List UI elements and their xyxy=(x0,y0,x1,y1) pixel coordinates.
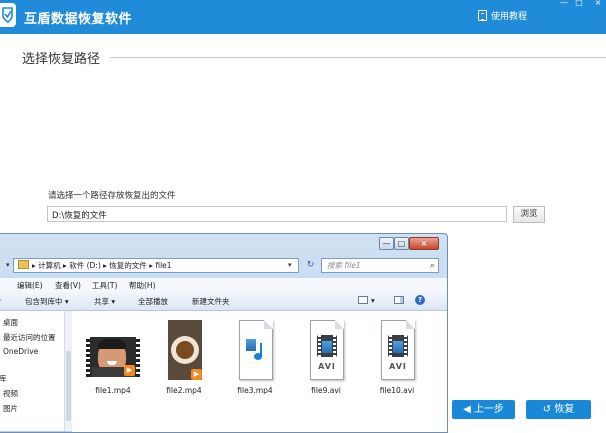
menu-bar: 编辑(E) 查看(V) 工具(T) 帮助(H) xyxy=(0,278,447,292)
menu-edit[interactable]: 编辑(E) xyxy=(17,280,43,291)
explorer-close-button[interactable]: × xyxy=(409,237,439,250)
section-title: 选择恢复路径 xyxy=(22,52,101,67)
explorer-maximize-button[interactable]: □ xyxy=(394,237,409,250)
menu-tools[interactable]: 工具(T) xyxy=(92,280,117,291)
breadcrumb-sep: ▸ xyxy=(103,261,107,270)
address-bar[interactable]: ▸ 计算机 ▸ 软件 (D:) ▸ 恢复的文件 ▸ file1 xyxy=(13,258,299,273)
avi-file-icon: AVI xyxy=(310,320,344,380)
explorer-minimize-button[interactable]: — xyxy=(379,237,394,250)
file-name: file9.avi xyxy=(311,386,341,395)
nav-item-libraries[interactable]: 库 xyxy=(0,373,7,384)
address-dropdown-icon[interactable]: ▾ xyxy=(288,261,292,269)
music-note-icon xyxy=(254,343,268,361)
recover-icon: ↺ xyxy=(542,404,555,415)
view-dropdown-icon[interactable]: ▾ xyxy=(371,296,375,305)
file-name: file10.avi xyxy=(379,386,415,395)
breadcrumb-folder[interactable]: 恢复的文件 xyxy=(109,261,147,270)
breadcrumb-current[interactable]: file1 xyxy=(155,261,171,270)
play-all-button[interactable]: 全部播放 xyxy=(138,296,168,307)
app-title: 互盾数据恢复软件 xyxy=(24,12,133,27)
help-icon[interactable]: ? xyxy=(415,295,425,305)
recover-button[interactable]: ↺ 恢复 xyxy=(526,400,591,419)
help-tutorial-button[interactable]: 使用教程 xyxy=(478,9,527,22)
app-minimize-button[interactable]: — xyxy=(559,0,569,8)
breadcrumb-sep: ▸ xyxy=(149,261,153,270)
address-row: ▾ ▸ 计算机 ▸ 软件 (D:) ▸ 恢复的文件 ▸ file1 ▾ ↻ 搜索… xyxy=(0,256,447,276)
new-folder-button[interactable]: 新建文件夹 xyxy=(192,296,230,307)
play-badge-icon: ▶ xyxy=(124,365,135,376)
previous-step-button[interactable]: ◀ 上一步 xyxy=(452,400,515,419)
command-bar: ▾ 包含到库中 ▾ 共享 ▾ 全部播放 新建文件夹 ▾ ? xyxy=(0,292,447,311)
preview-pane-icon[interactable] xyxy=(394,296,404,304)
file-list: ▶ file1.mp4 ▶ file2.mp4 file3.mp4 AVI fi… xyxy=(72,311,447,432)
file-name: file3.mp4 xyxy=(237,386,273,395)
search-input[interactable]: 搜索 file1 ⌕ xyxy=(321,258,439,273)
view-options-icon[interactable] xyxy=(358,296,368,304)
path-input[interactable]: D:\恢复的文件 xyxy=(47,206,507,222)
breadcrumb-drive[interactable]: 软件 (D:) xyxy=(69,261,101,270)
help-tutorial-label: 使用教程 xyxy=(491,12,528,22)
back-arrow-icon: ◀ xyxy=(463,404,474,415)
nav-scrollbar[interactable] xyxy=(64,311,72,431)
avi-badge: AVI xyxy=(318,362,336,371)
search-icon[interactable]: ⌕ xyxy=(430,260,435,273)
nav-item-onedrive[interactable]: OneDrive xyxy=(3,347,38,356)
app-close-button[interactable]: × xyxy=(592,0,604,8)
section-divider xyxy=(110,57,606,58)
video-thumbnail-icon: ▶ xyxy=(86,337,140,377)
path-label: 请选择一个路径存放恢复出的文件 xyxy=(48,191,176,201)
folder-icon xyxy=(18,260,29,269)
nav-item-desktop[interactable]: 桌面 xyxy=(3,317,18,328)
play-badge-icon: ▶ xyxy=(191,369,202,380)
nav-scroll-thumb[interactable] xyxy=(66,351,71,421)
book-icon xyxy=(478,10,487,21)
file-name: file2.mp4 xyxy=(166,386,202,395)
include-in-library-button[interactable]: 包含到库中 ▾ xyxy=(25,296,69,307)
browse-button[interactable]: 浏览 xyxy=(513,206,545,223)
nav-item-recent[interactable]: 最近访问的位置 xyxy=(3,332,56,343)
share-button[interactable]: 共享 ▾ xyxy=(94,296,115,307)
recover-label: 恢复 xyxy=(554,404,575,415)
navigation-pane: 桌面 最近访问的位置 OneDrive 库 视频 图片 xyxy=(0,311,72,431)
menu-view[interactable]: 查看(V) xyxy=(55,280,81,291)
search-placeholder: 搜索 file1 xyxy=(327,261,361,270)
app-header: 互盾数据恢复软件 使用教程 — □ × xyxy=(0,0,606,34)
video-thumbnail-icon: ▶ xyxy=(168,320,202,380)
avi-file-icon: AVI xyxy=(381,320,415,380)
previous-step-label: 上一步 xyxy=(473,404,504,415)
file-name: file1.mp4 xyxy=(95,386,131,395)
breadcrumb-sep: ▸ xyxy=(63,261,67,270)
nav-item-videos[interactable]: 视频 xyxy=(3,388,18,399)
nav-item-pictures[interactable]: 图片 xyxy=(3,403,18,414)
breadcrumb-sep: ▸ xyxy=(32,261,36,270)
file-explorer-window: — □ × ▾ ▸ 计算机 ▸ 软件 (D:) ▸ 恢复的文件 ▸ file1 … xyxy=(0,233,448,433)
refresh-icon[interactable]: ↻ xyxy=(304,259,317,272)
app-maximize-button[interactable]: □ xyxy=(574,0,584,8)
media-file-icon xyxy=(239,320,273,380)
breadcrumb-computer[interactable]: 计算机 xyxy=(38,261,61,270)
menu-help[interactable]: 帮助(H) xyxy=(129,280,156,291)
avi-badge: AVI xyxy=(389,362,407,371)
app-logo-icon xyxy=(0,3,16,27)
nav-history-dropdown-icon[interactable]: ▾ xyxy=(6,261,10,269)
